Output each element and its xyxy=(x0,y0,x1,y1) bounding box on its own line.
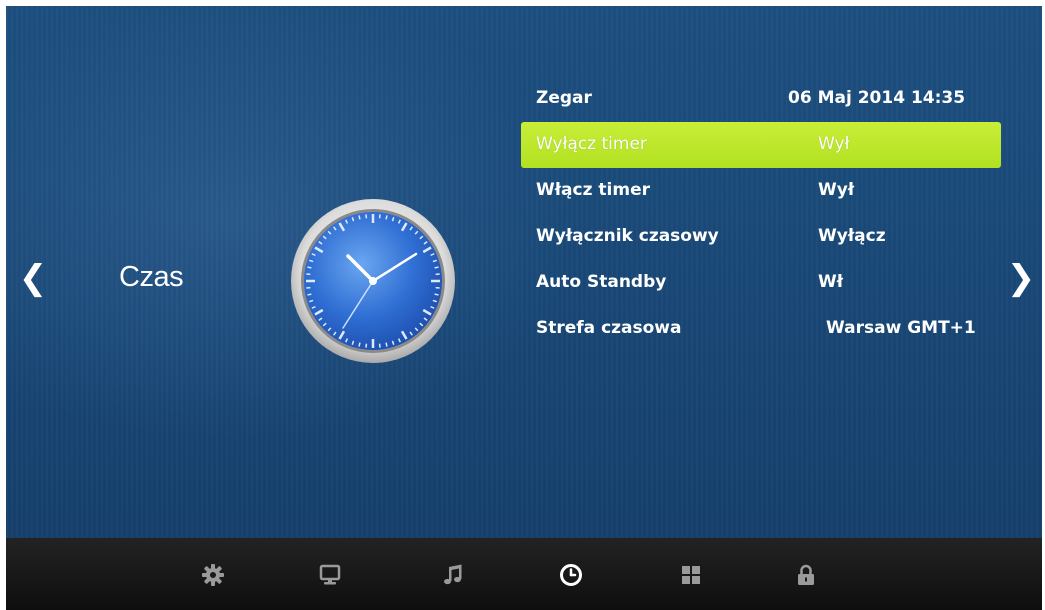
lock-icon[interactable] xyxy=(794,563,818,587)
clock-icon xyxy=(291,199,455,363)
apps-icon[interactable] xyxy=(679,563,703,587)
previous-arrow-icon[interactable]: ❮ xyxy=(18,256,48,300)
tv-screen: ❮ ❯ Czas Zegar 06 Maj 2014 14:35 Wyłącz … xyxy=(6,6,1042,610)
bottom-nav-bar xyxy=(6,538,1042,610)
next-arrow-icon[interactable]: ❯ xyxy=(1006,256,1036,300)
menu-row-sleep-timer[interactable]: Wyłącz timer Wył xyxy=(521,122,1001,168)
menu-row-value: Wył xyxy=(818,180,855,200)
menu-row-sleep-switch[interactable]: Wyłącznik czasowy Wyłącz xyxy=(521,214,1001,260)
menu-row-value: Wł xyxy=(818,272,844,292)
clock-icon[interactable] xyxy=(559,563,583,587)
time-settings-menu: Zegar 06 Maj 2014 14:35 Wyłącz timer Wył… xyxy=(521,76,1001,352)
menu-row-label: Wyłącz timer xyxy=(536,134,647,154)
menu-row-clock[interactable]: Zegar 06 Maj 2014 14:35 xyxy=(521,76,1001,122)
menu-row-value: 06 Maj 2014 14:35 xyxy=(788,88,966,108)
screen-icon[interactable] xyxy=(318,563,342,587)
music-icon[interactable] xyxy=(442,563,466,587)
menu-row-label: Zegar xyxy=(536,88,592,108)
menu-row-on-timer[interactable]: Włącz timer Wył xyxy=(521,168,1001,214)
menu-row-label: Auto Standby xyxy=(536,272,667,292)
menu-row-value: Warsaw GMT+1 xyxy=(826,318,976,338)
menu-row-label: Strefa czasowa xyxy=(536,318,682,338)
section-title: Czas xyxy=(119,261,184,293)
menu-row-time-zone[interactable]: Strefa czasowa Warsaw GMT+1 xyxy=(521,306,1001,352)
menu-row-label: Włącz timer xyxy=(536,180,651,200)
settings-icon[interactable] xyxy=(201,563,225,587)
menu-row-label: Wyłącznik czasowy xyxy=(536,226,719,246)
menu-row-auto-standby[interactable]: Auto Standby Wł xyxy=(521,260,1001,306)
menu-row-value: Wyłącz xyxy=(818,226,886,246)
menu-row-value: Wył xyxy=(818,134,850,154)
